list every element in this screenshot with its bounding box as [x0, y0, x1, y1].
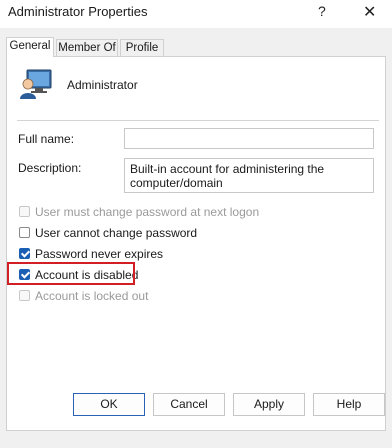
- general-panel: Administrator Full name: Description: Bu…: [6, 56, 386, 431]
- help-button[interactable]: Help: [313, 393, 385, 416]
- description-field[interactable]: Built-in account for administering the c…: [124, 158, 374, 193]
- separator: [17, 120, 379, 121]
- tab-general[interactable]: General: [6, 37, 54, 57]
- full-name-label: Full name:: [18, 132, 75, 146]
- highlight-box: [7, 262, 135, 285]
- full-name-field[interactable]: [124, 128, 374, 149]
- checkbox-label: User must change password at next logon: [35, 205, 260, 219]
- checkbox-box[interactable]: [19, 206, 30, 217]
- checkbox-label: User cannot change password: [35, 226, 198, 240]
- checkbox-box[interactable]: [19, 227, 30, 238]
- user-computer-icon: [20, 69, 52, 99]
- description-label: Description:: [18, 161, 82, 175]
- checkbox-box[interactable]: [19, 248, 30, 259]
- cancel-button[interactable]: Cancel: [153, 393, 225, 416]
- close-icon[interactable]: ✕: [363, 2, 376, 22]
- checkbox-box[interactable]: [19, 290, 30, 301]
- help-icon[interactable]: ?: [318, 3, 326, 19]
- window-title: Administrator Properties: [8, 4, 148, 19]
- tab-member-of[interactable]: Member Of: [56, 39, 118, 56]
- checkbox-label: Account is locked out: [35, 289, 149, 303]
- description-value: Built-in account for administering the c…: [130, 162, 325, 190]
- apply-button[interactable]: Apply: [233, 393, 305, 416]
- dialog-body: General Member Of Profile Administrator …: [0, 28, 392, 448]
- account-name: Administrator: [67, 78, 138, 92]
- title-bar: Administrator Properties ? ✕: [0, 0, 392, 28]
- tab-profile[interactable]: Profile: [120, 39, 164, 56]
- ok-button[interactable]: OK: [73, 393, 145, 416]
- checkbox-label: Password never expires: [35, 247, 164, 261]
